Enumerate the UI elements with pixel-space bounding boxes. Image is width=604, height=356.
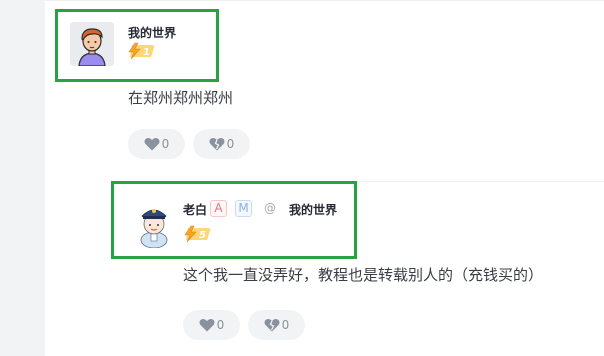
comment-text: 在郑州郑州郑州 (128, 89, 234, 107)
broken-heart-icon (209, 137, 225, 151)
like-button[interactable]: 0 (128, 129, 185, 159)
highlight-box (111, 181, 357, 259)
dislike-button[interactable]: 0 (193, 129, 250, 159)
heart-icon (144, 137, 160, 151)
like-count: 0 (161, 137, 170, 151)
comment-text: 这个我一直没弄好，教程也是转载别人的（充钱买的） (183, 266, 544, 284)
dislike-count: 0 (226, 137, 235, 151)
left-gutter (0, 0, 45, 356)
top-divider (45, 0, 604, 1)
heart-icon (199, 318, 215, 332)
like-button[interactable]: 0 (183, 310, 240, 340)
dislike-count: 0 (281, 318, 290, 332)
highlight-box (55, 9, 219, 82)
like-count: 0 (216, 318, 225, 332)
broken-heart-icon (264, 318, 280, 332)
comment-thread: 我的世界 1 在郑州郑州郑州 0 0 老白 A M @ 我的世界 5 这个我一直… (0, 0, 604, 356)
dislike-button[interactable]: 0 (248, 310, 305, 340)
